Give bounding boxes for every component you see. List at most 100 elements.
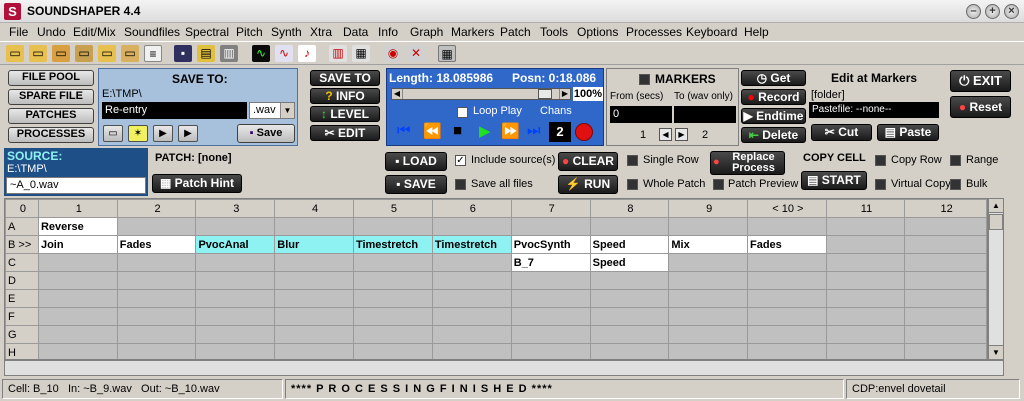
grid-cell[interactable] (510, 217, 591, 236)
grid-cell[interactable] (668, 325, 748, 344)
column-header[interactable]: 1 (37, 199, 118, 218)
grid-cell[interactable] (668, 253, 748, 272)
get-button[interactable]: ◷ Get (741, 70, 806, 86)
grid-cell[interactable] (431, 253, 512, 272)
grid-cell[interactable] (589, 325, 670, 344)
grid-cell[interactable] (904, 343, 987, 359)
menu-patch[interactable]: Patch (500, 25, 531, 39)
menu-spectral[interactable]: Spectral (185, 25, 229, 39)
grid-cell[interactable] (904, 253, 987, 272)
music-note-icon[interactable]: ♪ (298, 45, 316, 62)
column-header[interactable]: 0 (5, 199, 39, 218)
close-button[interactable]: × (1004, 4, 1019, 19)
waveform-icon[interactable]: ∿ (252, 45, 270, 62)
open-recent-icon[interactable]: ▭ (52, 45, 70, 62)
grid-cell[interactable] (431, 343, 512, 359)
grid-cell[interactable]: Mix (668, 235, 748, 254)
source-filename-input[interactable]: ~A_0.wav (6, 177, 146, 194)
grid-cell[interactable] (37, 289, 118, 308)
grid-vertical-scrollbar[interactable]: ▲ ▼ (988, 198, 1004, 360)
grid-cell[interactable] (116, 289, 197, 308)
skip-end-icon[interactable]: ⏭ (527, 122, 541, 139)
grid-cell[interactable] (825, 253, 906, 272)
column-header[interactable]: < 10 > (747, 199, 827, 218)
position-scrollbar[interactable]: ◀ ▶ (391, 88, 571, 100)
play-icon[interactable]: ▶ (479, 122, 491, 140)
exit-button[interactable]: ⏻ EXIT (950, 70, 1011, 92)
grid-cell[interactable] (904, 325, 987, 344)
open-spare-icon[interactable]: ▭ (98, 45, 116, 62)
whole-patch-checkbox[interactable] (627, 179, 638, 190)
grid-cell[interactable] (352, 289, 433, 308)
column-header[interactable]: 4 (274, 199, 354, 218)
scroll-up-icon[interactable]: ▲ (989, 199, 1003, 213)
endtime-button[interactable]: ▶ Endtime (741, 108, 806, 124)
grid-cell[interactable] (589, 343, 670, 359)
grid-cell[interactable]: Speed (589, 253, 670, 272)
reset-button[interactable]: ● Reset (950, 96, 1011, 118)
patch-preview-checkbox[interactable] (713, 179, 724, 190)
grid-cell[interactable] (37, 325, 118, 344)
play-sound-icon[interactable]: ◉ (384, 45, 402, 62)
grid-cell[interactable] (747, 271, 827, 290)
file-pool-button[interactable]: FILE POOL (8, 70, 94, 86)
scroll-right-icon[interactable]: ▶ (559, 89, 570, 99)
grid-cell[interactable] (589, 217, 670, 236)
grid-cell[interactable] (747, 253, 827, 272)
menu-xtra[interactable]: Xtra (310, 25, 332, 39)
delete-button[interactable]: ⇤ Delete (741, 127, 806, 143)
extension-select[interactable]: .wav ▼ (249, 102, 295, 119)
document-icon[interactable]: ≡ (144, 45, 162, 62)
grid-cell[interactable] (195, 325, 276, 344)
grid-cell[interactable] (116, 307, 197, 326)
edit-button[interactable]: ✂ EDIT (310, 125, 380, 141)
marker-prev-icon[interactable]: ◀ (659, 128, 672, 141)
column-header[interactable]: 7 (510, 199, 591, 218)
grid-cell[interactable] (668, 307, 748, 326)
loop-play-checkbox[interactable] (457, 107, 468, 118)
grid-cell[interactable] (589, 289, 670, 308)
grid-cell[interactable] (431, 217, 512, 236)
scroll-down-icon[interactable]: ▼ (989, 345, 1003, 359)
grid-cell[interactable] (37, 253, 118, 272)
spare-file-button[interactable]: SPARE FILE (8, 89, 94, 105)
grid-cell[interactable] (825, 307, 906, 326)
grid-cell[interactable] (431, 271, 512, 290)
grid-cell[interactable] (589, 307, 670, 326)
grid-cell[interactable] (352, 307, 433, 326)
save-to-button[interactable]: SAVE TO (310, 70, 380, 86)
markers-checkbox[interactable] (639, 74, 650, 85)
grid-cell[interactable] (274, 343, 354, 359)
column-header[interactable]: 12 (904, 199, 987, 218)
info-button[interactable]: ? INFO (310, 88, 380, 104)
menu-data[interactable]: Data (343, 25, 368, 39)
menu-soundfiles[interactable]: Soundfiles (124, 25, 180, 39)
grid-cell[interactable] (274, 271, 354, 290)
grid-cell[interactable] (195, 253, 276, 272)
grid-cell[interactable] (37, 343, 118, 359)
row-header[interactable]: E (5, 289, 39, 308)
grid-cell[interactable] (825, 343, 906, 359)
scroll-thumb[interactable] (537, 89, 552, 99)
menu-edit-mix[interactable]: Edit/Mix (73, 25, 116, 39)
grid-cell[interactable]: Fades (116, 235, 197, 254)
grid-cell[interactable] (195, 217, 276, 236)
grid-cell[interactable] (747, 307, 827, 326)
grid-cell[interactable] (747, 343, 827, 359)
range-checkbox[interactable] (950, 155, 961, 166)
vertical-scroll-thumb[interactable] (989, 214, 1003, 230)
menu-keyboard[interactable]: Keyboard (686, 25, 737, 39)
open-pool-icon[interactable]: ▭ (29, 45, 47, 62)
grid-cell[interactable] (37, 307, 118, 326)
row-header[interactable]: D (5, 271, 39, 290)
grid-cell[interactable] (747, 217, 827, 236)
stop-sound-icon[interactable]: ✕ (407, 45, 425, 62)
grid-cell[interactable] (352, 343, 433, 359)
column-header[interactable]: 3 (195, 199, 276, 218)
grid-cell[interactable]: PvocSynth (510, 235, 591, 254)
record-button[interactable]: ● Record (741, 89, 806, 105)
grid-cell[interactable] (431, 307, 512, 326)
minimize-button[interactable]: – (966, 4, 981, 19)
grid-cell[interactable] (195, 289, 276, 308)
grid-cell[interactable]: Reverse (37, 217, 118, 236)
